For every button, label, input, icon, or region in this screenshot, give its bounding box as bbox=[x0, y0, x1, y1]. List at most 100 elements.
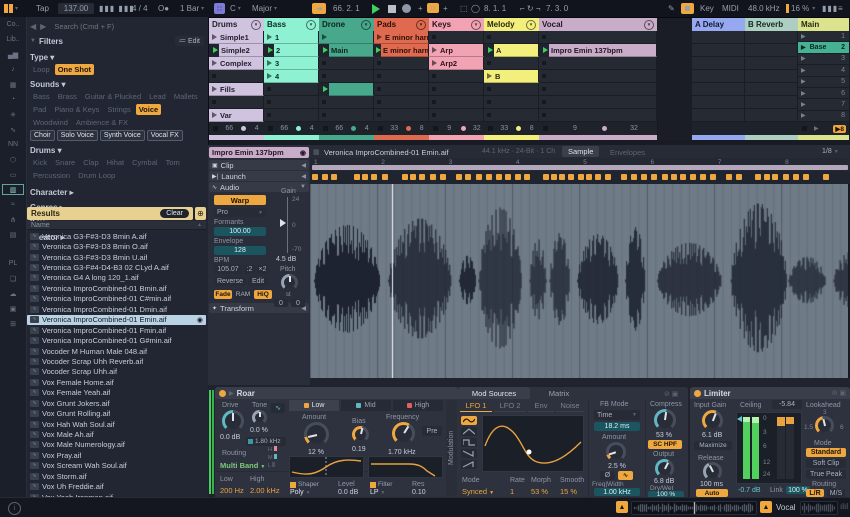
tab-sample[interactable]: Sample bbox=[562, 146, 600, 157]
warp-marker[interactable] bbox=[475, 174, 482, 180]
clip-slot[interactable] bbox=[374, 109, 429, 122]
mode-standard-button[interactable]: Standard bbox=[806, 448, 846, 457]
warp-marker[interactable] bbox=[585, 174, 592, 180]
input-gain-knob[interactable] bbox=[702, 410, 723, 431]
clip-slot[interactable] bbox=[484, 31, 539, 44]
clip-slot[interactable] bbox=[264, 109, 319, 122]
lfo-display[interactable] bbox=[482, 415, 584, 472]
tab-env[interactable]: Env bbox=[528, 400, 554, 412]
track-stop-icon[interactable] bbox=[323, 126, 328, 131]
clip-launch-icon[interactable] bbox=[377, 34, 382, 40]
file-row[interactable]: ∿ Vox Male Ah.aif bbox=[27, 429, 206, 439]
clip-slot[interactable]: Main bbox=[319, 43, 374, 57]
clip-slot[interactable]: Var bbox=[209, 109, 264, 122]
clip-slot[interactable]: 3 bbox=[264, 57, 319, 70]
clip-slot[interactable] bbox=[319, 109, 374, 122]
filter-tag[interactable]: Snare bbox=[52, 157, 78, 168]
add-folder-icon[interactable]: ⊞ bbox=[0, 316, 26, 331]
return-track-header-a-delay[interactable]: A Delay bbox=[692, 18, 745, 31]
clip-slot[interactable] bbox=[319, 57, 374, 70]
clip-launch-icon[interactable] bbox=[212, 86, 217, 92]
warp-marker[interactable] bbox=[495, 174, 502, 180]
sounds-icon[interactable]: ▄▆ bbox=[0, 47, 26, 62]
scene-fire-indicator[interactable]: ▶8 bbox=[833, 124, 846, 133]
scene-slot-5[interactable]: ▶ 5 bbox=[798, 76, 849, 88]
device-overview-strip[interactable] bbox=[800, 501, 838, 515]
track-header-drums[interactable]: Drums ▾ bbox=[209, 18, 264, 31]
loop-brace[interactable] bbox=[312, 165, 848, 170]
return-track-header-b-reverb[interactable]: B Reverb bbox=[745, 18, 798, 31]
gain-marker[interactable] bbox=[280, 219, 286, 227]
warp-marker-strip[interactable] bbox=[310, 171, 850, 185]
track-status-keys[interactable]: 9 32 bbox=[429, 122, 485, 135]
scene-slot-2[interactable]: ▶ Base 2 bbox=[798, 42, 849, 54]
bpm-double-button[interactable]: ×2 bbox=[257, 265, 268, 274]
fb-amount-knob[interactable] bbox=[606, 442, 626, 462]
draw-mode-icon[interactable]: ✎ bbox=[668, 3, 675, 14]
clip-slot[interactable]: A bbox=[484, 43, 539, 57]
clip-slot[interactable]: Simple1 bbox=[209, 31, 264, 44]
tone-frequency-field[interactable]: 1.80 kHz bbox=[246, 437, 286, 446]
punch-loop-icons[interactable]: ⌐ ↻ ¬ bbox=[520, 3, 541, 14]
track-menu-icon[interactable]: ▾ bbox=[251, 19, 261, 30]
file-row[interactable]: ∿ Vox Storm.aif bbox=[27, 471, 206, 481]
filter-tag[interactable]: Voice bbox=[135, 104, 162, 115]
track-header-vocal[interactable]: Vocal ▾ bbox=[539, 18, 657, 31]
lfo-shape-triangle[interactable] bbox=[461, 427, 477, 436]
track-menu-icon[interactable]: ▾ bbox=[361, 19, 371, 30]
device-fold-icon[interactable]: ▶ bbox=[229, 390, 234, 397]
clip-play-icon[interactable] bbox=[539, 43, 549, 57]
max-for-live-icon[interactable]: NN bbox=[0, 137, 26, 152]
launch-section-header[interactable]: ▶| Launch ◀ bbox=[209, 171, 309, 181]
warp-marker[interactable] bbox=[542, 174, 549, 180]
record-button[interactable] bbox=[402, 3, 411, 14]
main-track-status[interactable]: ▶ ▶8 bbox=[798, 122, 850, 135]
tab-mod-sources[interactable]: Mod Sources bbox=[458, 387, 530, 399]
filter-toggle[interactable]: Filter bbox=[370, 481, 392, 488]
pitch-knob[interactable] bbox=[281, 274, 298, 291]
clip-slot[interactable] bbox=[319, 82, 374, 96]
user-library-icon[interactable]: ❏ bbox=[0, 271, 26, 286]
track-stop-icon[interactable] bbox=[488, 126, 493, 131]
envelope-slider[interactable]: 128 bbox=[214, 246, 266, 255]
warp-marker[interactable] bbox=[736, 174, 743, 180]
input-gain-value[interactable]: 6.1 dB bbox=[702, 432, 722, 439]
lfo-shape-ramp-down[interactable] bbox=[461, 449, 477, 458]
file-row[interactable]: ∿ Vox Hah Wah Soul.aif bbox=[27, 419, 206, 429]
track-header-drone[interactable]: Drone ▾ bbox=[319, 18, 374, 31]
clip-slot[interactable] bbox=[374, 70, 429, 83]
clip-slot[interactable] bbox=[745, 109, 798, 122]
clip-slot[interactable]: Arp2 bbox=[429, 57, 484, 70]
device-overview-follow-icon[interactable]: ▲ bbox=[760, 501, 772, 513]
scene-slot-7[interactable]: ▶ 7 bbox=[798, 99, 849, 111]
scene-slot-3[interactable]: ▶ 3 bbox=[798, 53, 849, 66]
warp-marker[interactable] bbox=[567, 174, 574, 180]
file-row[interactable]: ∿ Veronica ImproCombined-01 C#min.aif bbox=[27, 294, 206, 304]
info-icon[interactable]: i bbox=[8, 502, 21, 515]
scene-launch-icon[interactable]: ▶ bbox=[801, 44, 806, 51]
warp-marker[interactable] bbox=[550, 174, 557, 180]
filter-tag[interactable]: Drum Loop bbox=[75, 170, 118, 181]
tab-lfo2[interactable]: LFO 2 bbox=[494, 400, 526, 412]
clip-overview-follow-icon[interactable]: ▲ bbox=[616, 501, 628, 513]
warp-marker[interactable] bbox=[709, 174, 716, 180]
stop-button[interactable] bbox=[388, 3, 396, 14]
file-row[interactable]: ∿ Vox Grunt Rolling.aif bbox=[27, 408, 206, 418]
clip-launch-icon[interactable] bbox=[267, 73, 272, 79]
follow-button[interactable]: ⇥ bbox=[312, 3, 326, 14]
warp-marker[interactable] bbox=[429, 174, 436, 180]
scene-slot-6[interactable]: ▶ 6 bbox=[798, 88, 849, 100]
release-value[interactable]: 100 ms bbox=[700, 481, 723, 488]
quantize-menu[interactable]: 1 Bar ▾ bbox=[180, 3, 204, 14]
clip-slot[interactable]: Arp bbox=[429, 44, 484, 57]
clip-launch-icon[interactable] bbox=[322, 34, 327, 40]
track-menu-icon[interactable]: ▾ bbox=[306, 19, 316, 30]
filter-tag[interactable]: Pad bbox=[30, 104, 49, 115]
xover-low-value[interactable]: 200 Hz bbox=[220, 486, 244, 495]
capture-midi-icon[interactable]: + bbox=[418, 3, 423, 14]
warp-marker[interactable] bbox=[577, 174, 584, 180]
warp-marker[interactable] bbox=[321, 174, 328, 180]
filter-tag[interactable]: Woodwind bbox=[30, 117, 71, 128]
fade-button[interactable]: Fade bbox=[214, 290, 232, 299]
track-stop-icon[interactable] bbox=[213, 126, 218, 131]
